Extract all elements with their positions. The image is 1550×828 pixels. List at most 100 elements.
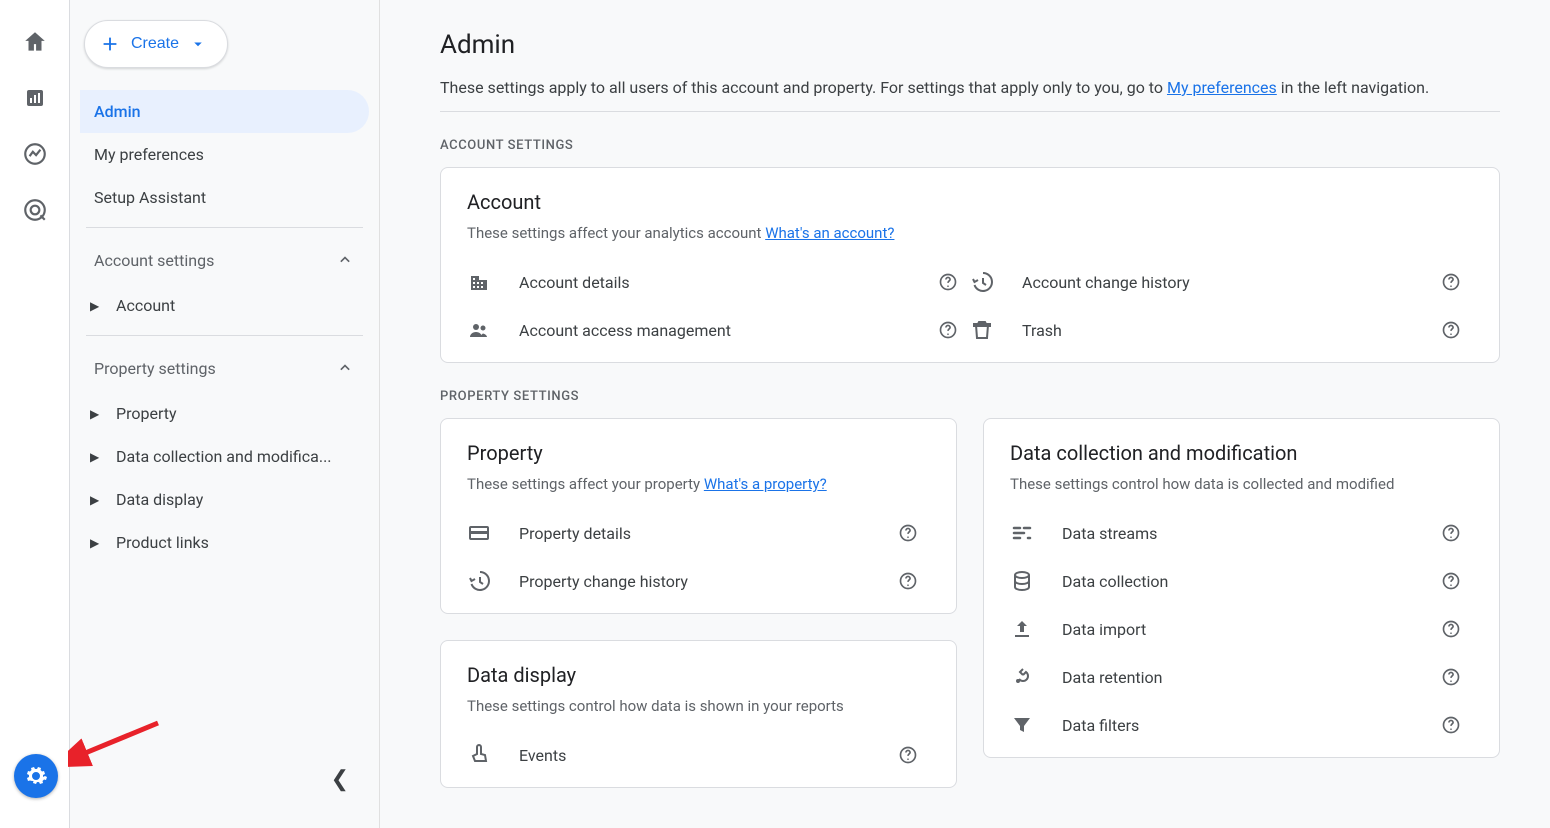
data-collection-card: Data collection and modification These s… (983, 418, 1500, 758)
create-label: Create (131, 35, 179, 53)
caret-right-icon: ▶ (90, 407, 102, 421)
link-data-retention[interactable]: Data retention (1010, 653, 1473, 701)
card-desc-text: These settings affect your analytics acc… (467, 224, 765, 242)
link-label: Account access management (519, 321, 910, 340)
sidebar: Create Admin My preferences Setup Assist… (70, 0, 380, 828)
page-title: Admin (440, 30, 1500, 60)
chevron-up-icon (335, 250, 355, 270)
data-display-card: Data display These settings control how … (440, 640, 957, 788)
help-icon[interactable] (938, 272, 958, 292)
filter-icon (1010, 713, 1034, 737)
sidebar-item-label: Admin (94, 102, 141, 121)
whats-property-link[interactable]: What's a property? (704, 475, 827, 493)
link-trash[interactable]: Trash (970, 306, 1473, 354)
caret-right-icon: ▶ (90, 450, 102, 464)
touch-icon (467, 743, 491, 767)
caret-right-icon: ▶ (90, 299, 102, 313)
icon-rail (0, 0, 70, 828)
link-events[interactable]: Events (467, 731, 930, 779)
sidebar-sub-account[interactable]: ▶ Account (80, 284, 369, 327)
subtitle-text: These settings apply to all users of thi… (440, 78, 1167, 97)
link-label: Data import (1062, 620, 1413, 639)
link-data-streams[interactable]: Data streams (1010, 509, 1473, 557)
link-label: Property change history (519, 572, 870, 591)
sidebar-sub-label: Property (116, 404, 177, 423)
explore-icon[interactable] (21, 140, 49, 168)
property-card: Property These settings affect your prop… (440, 418, 957, 614)
card-desc: These settings control how data is shown… (467, 697, 930, 715)
help-icon[interactable] (898, 571, 918, 591)
sidebar-item-setup-assistant[interactable]: Setup Assistant (80, 176, 369, 219)
help-icon[interactable] (1441, 667, 1461, 687)
retention-icon (1010, 665, 1034, 689)
link-label: Account details (519, 273, 910, 292)
link-label: Data streams (1062, 524, 1413, 543)
sidebar-sub-data-collection[interactable]: ▶ Data collection and modifica... (80, 435, 369, 478)
dropdown-icon (189, 35, 207, 53)
help-icon[interactable] (938, 320, 958, 340)
divider (440, 111, 1500, 112)
link-label: Events (519, 746, 870, 765)
people-icon (467, 318, 491, 342)
whats-account-link[interactable]: What's an account? (765, 224, 894, 242)
link-label: Data collection (1062, 572, 1413, 591)
link-data-collection[interactable]: Data collection (1010, 557, 1473, 605)
card-desc: These settings affect your analytics acc… (467, 224, 1473, 242)
link-label: Data retention (1062, 668, 1413, 687)
section-label-property: PROPERTY SETTINGS (440, 389, 1500, 404)
sidebar-item-admin[interactable]: Admin (80, 90, 369, 133)
sidebar-sub-label: Product links (116, 533, 209, 552)
help-icon[interactable] (1441, 619, 1461, 639)
subtitle-text: in the left navigation. (1277, 78, 1429, 97)
link-account-access-management[interactable]: Account access management (467, 306, 970, 354)
caret-right-icon: ▶ (90, 493, 102, 507)
sidebar-sub-label: Data display (116, 490, 203, 509)
link-account-details[interactable]: Account details (467, 258, 970, 306)
sidebar-sub-product-links[interactable]: ▶ Product links (80, 521, 369, 564)
card-desc: These settings control how data is colle… (1010, 475, 1473, 493)
link-data-import[interactable]: Data import (1010, 605, 1473, 653)
admin-gear-button[interactable] (14, 754, 58, 798)
card-title: Property (467, 441, 930, 465)
link-label: Property details (519, 524, 870, 543)
card-icon (467, 521, 491, 545)
sidebar-sub-property[interactable]: ▶ Property (80, 392, 369, 435)
sidebar-sub-data-display[interactable]: ▶ Data display (80, 478, 369, 521)
sidebar-item-my-preferences[interactable]: My preferences (80, 133, 369, 176)
streams-icon (1010, 521, 1034, 545)
upload-icon (1010, 617, 1034, 641)
sidebar-section-account-settings[interactable]: Account settings (80, 236, 369, 284)
help-icon[interactable] (1441, 320, 1461, 340)
sidebar-sub-label: Account (116, 296, 175, 315)
create-button[interactable]: Create (84, 20, 228, 68)
sidebar-section-property-settings[interactable]: Property settings (80, 344, 369, 392)
advertising-icon[interactable] (21, 196, 49, 224)
link-property-details[interactable]: Property details (467, 509, 930, 557)
help-icon[interactable] (1441, 571, 1461, 591)
link-property-change-history[interactable]: Property change history (467, 557, 930, 605)
card-title: Data collection and modification (1010, 441, 1473, 465)
database-icon (1010, 569, 1034, 593)
chevron-up-icon (335, 358, 355, 378)
reports-icon[interactable] (21, 84, 49, 112)
card-desc: These settings affect your property What… (467, 475, 930, 493)
help-icon[interactable] (1441, 523, 1461, 543)
plus-icon (99, 33, 121, 55)
caret-right-icon: ▶ (90, 536, 102, 550)
section-label-account: ACCOUNT SETTINGS (440, 138, 1500, 153)
help-icon[interactable] (898, 745, 918, 765)
collapse-sidebar-button[interactable]: ❮ (331, 767, 349, 792)
my-preferences-link[interactable]: My preferences (1167, 78, 1277, 97)
help-icon[interactable] (898, 523, 918, 543)
building-icon (467, 270, 491, 294)
help-icon[interactable] (1441, 715, 1461, 735)
help-icon[interactable] (1441, 272, 1461, 292)
card-desc-text: These settings affect your property (467, 475, 704, 493)
link-data-filters[interactable]: Data filters (1010, 701, 1473, 749)
page-subtitle: These settings apply to all users of thi… (440, 78, 1500, 97)
history-icon (970, 270, 994, 294)
link-account-change-history[interactable]: Account change history (970, 258, 1473, 306)
card-title: Account (467, 190, 1473, 214)
link-label: Data filters (1062, 716, 1413, 735)
home-icon[interactable] (21, 28, 49, 56)
